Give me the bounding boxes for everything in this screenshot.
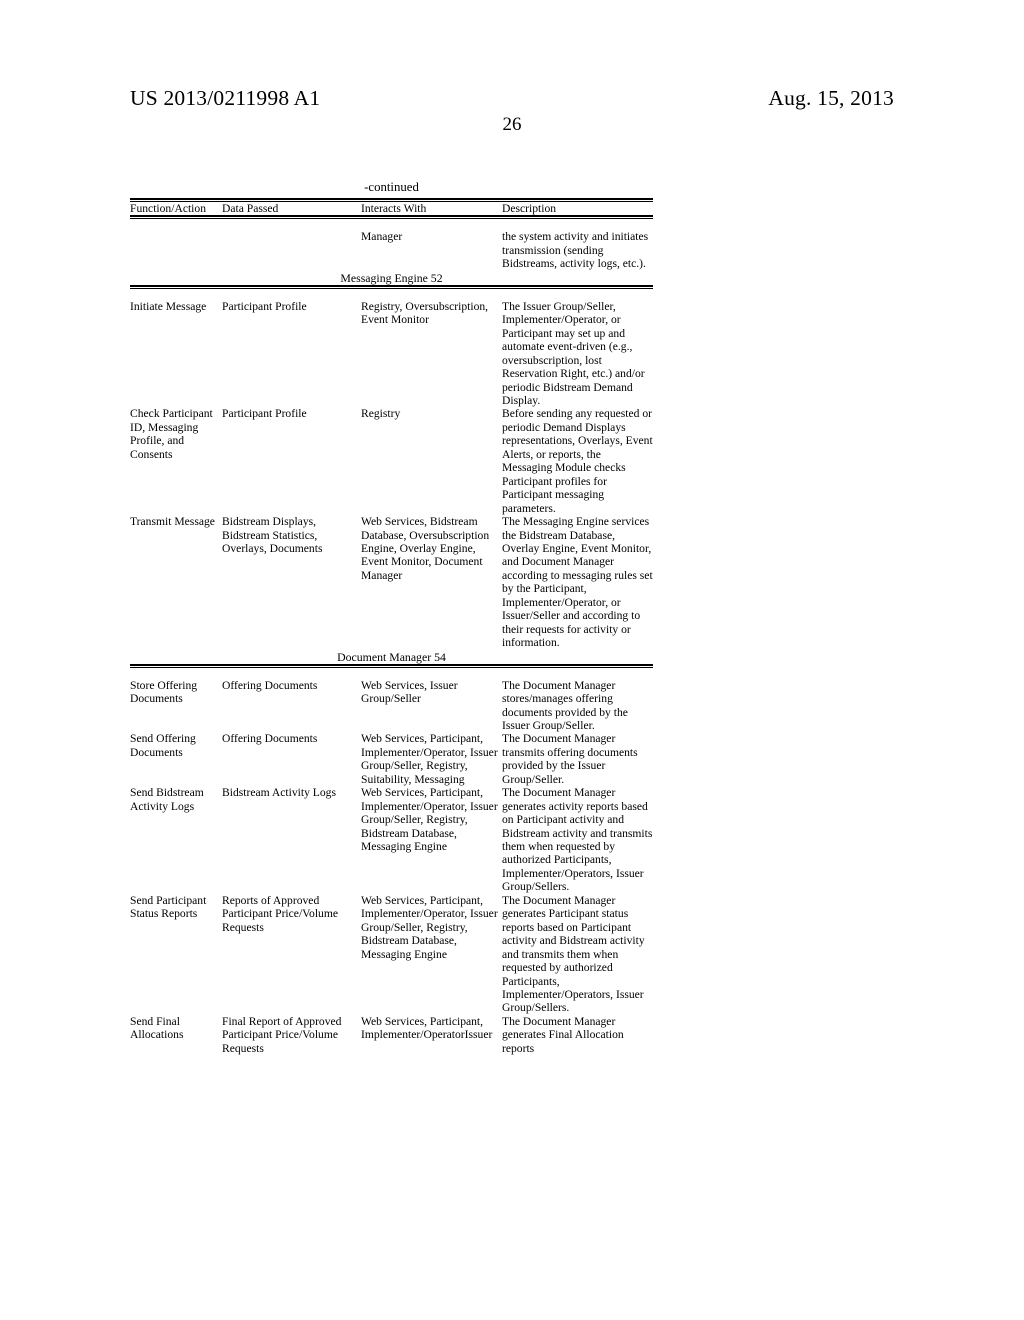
section-rule-row — [130, 284, 653, 300]
cell-description: The Issuer Group/Seller, Implementer/Ope… — [502, 299, 645, 407]
section-rule-cell — [130, 284, 653, 300]
cell-function-action: Transmit Message — [130, 515, 215, 529]
cell-description: The Document Manager generates Final All… — [502, 1014, 624, 1055]
section-divider-row: Document Manager 54 — [130, 650, 653, 664]
cell-interacts-with: Web Services, Participant, Implementer/O… — [361, 1014, 493, 1042]
section-rule-row — [130, 663, 653, 679]
cell-function-action: Send Participant Status Reports — [130, 893, 207, 921]
cell-function-action: Initiate Message — [130, 299, 207, 313]
cell-description: Before sending any requested or periodic… — [502, 407, 653, 515]
table-row: Check Participant ID, Messaging Profile,… — [130, 407, 653, 515]
cell-description: The Document Manager transmits offering … — [502, 732, 638, 786]
section-caption-document-manager: Document Manager 54 — [337, 649, 446, 664]
cell-interacts-with: Registry, Oversubscription, Event Monito… — [361, 299, 489, 327]
section-divider-row: Messaging Engine 52 — [130, 271, 653, 285]
cell-description: The Document Manager generates activity … — [502, 786, 653, 894]
cell-function-action: Send Final Allocations — [130, 1014, 184, 1042]
section-rule-gap — [130, 289, 653, 300]
cell-data-passed — [222, 230, 361, 270]
table-row: Manager the system activity and initiate… — [130, 230, 653, 270]
table-row: Store Offering Documents Offering Docume… — [130, 679, 653, 733]
table-row: Transmit Message Bidstream Displays, Bid… — [130, 515, 653, 650]
cell-data-passed: Offering Documents — [222, 732, 318, 746]
patent-page: { "header": { "publication_number": "US … — [0, 0, 1024, 1320]
cell-data-passed: Participant Profile — [222, 407, 307, 421]
publication-number: US 2013/0211998 A1 — [130, 86, 321, 110]
cell-description: the system activity and initiates transm… — [502, 230, 649, 271]
continued-table-block: -continued Function/Action Data Passed I… — [130, 180, 653, 1055]
cell-description: The Messaging Engine services the Bidstr… — [502, 515, 653, 650]
cell-interacts-with: Web Services, Participant, Implementer/O… — [361, 732, 498, 786]
table-header-row: Function/Action Data Passed Interacts Wi… — [130, 202, 653, 215]
cell-data-passed: Offering Documents — [222, 678, 318, 692]
cell-data-passed: Reports of Approved Participant Price/Vo… — [222, 893, 339, 934]
section-caption-messaging-engine: Messaging Engine 52 — [340, 270, 443, 285]
header-rule-gap — [130, 219, 653, 230]
column-header-data-passed: Data Passed — [222, 202, 279, 215]
cell-data-passed: Bidstream Displays, Bidstream Statistics… — [222, 515, 323, 555]
table-body: Function/Action Data Passed Interacts Wi… — [130, 202, 653, 1055]
column-header-function-action: Function/Action — [130, 202, 206, 215]
running-head: US 2013/0211998 A1 Aug. 15, 2013 — [130, 86, 894, 114]
page-number: 26 — [502, 114, 522, 135]
cell-data-passed: Bidstream Activity Logs — [222, 786, 336, 800]
cell-interacts-with: Web Services, Bidstream Database, Oversu… — [361, 515, 490, 582]
table-row: Send Offering Documents Offering Documen… — [130, 732, 653, 786]
cell-function-action: Check Participant ID, Messaging Profile,… — [130, 407, 213, 461]
header-bottom-rule-cell — [130, 215, 653, 230]
cell-function-action — [130, 230, 222, 270]
cell-function-action: Send Bidstream Activity Logs — [130, 786, 204, 813]
column-header-description: Description — [502, 202, 557, 215]
cell-function-action: Store Offering Documents — [130, 678, 198, 706]
cell-interacts-with: Registry — [361, 407, 401, 421]
header-rule-row — [130, 215, 653, 230]
section-rule-gap — [130, 668, 653, 679]
column-header-interacts-with: Interacts With — [361, 202, 427, 215]
cell-interacts-with: Web Services, Participant, Implementer/O… — [361, 893, 498, 961]
table-row: Send Participant Status Reports Reports … — [130, 894, 653, 1015]
cell-data-passed: Final Report of Approved Participant Pri… — [222, 1014, 342, 1055]
publication-date: Aug. 15, 2013 — [768, 86, 894, 110]
cell-description: The Document Manager generates Participa… — [502, 893, 645, 1015]
table-row: Send Bidstream Activity Logs Bidstream A… — [130, 786, 653, 894]
cell-function-action: Send Offering Documents — [130, 732, 196, 759]
patent-table: Function/Action Data Passed Interacts Wi… — [130, 202, 653, 1055]
table-row: Initiate Message Participant Profile Reg… — [130, 300, 653, 408]
cell-interacts-with: Web Services, Issuer Group/Seller — [361, 678, 458, 706]
continued-label: -continued — [364, 180, 419, 194]
table-row: Send Final Allocations Final Report of A… — [130, 1015, 653, 1055]
section-rule-cell — [130, 663, 653, 679]
cell-interacts-with: Web Services, Participant, Implementer/O… — [361, 786, 498, 854]
cell-data-passed: Participant Profile — [222, 299, 307, 313]
cell-interacts-with: Manager — [361, 230, 403, 244]
cell-description: The Document Manager stores/manages offe… — [502, 678, 628, 732]
